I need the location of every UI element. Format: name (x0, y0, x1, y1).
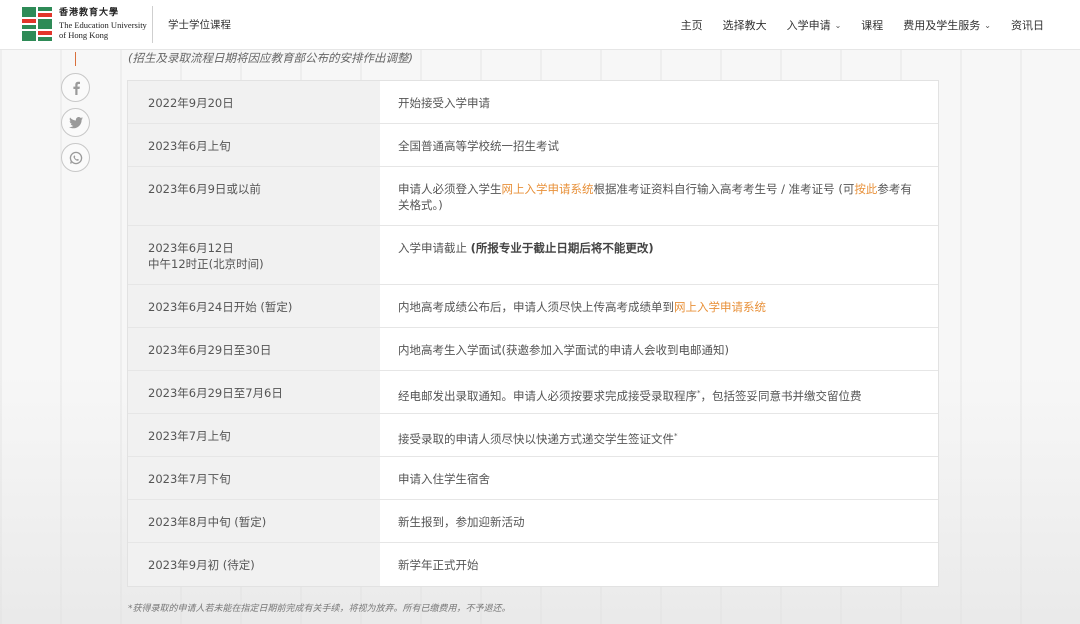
table-row: 2023年9月初 (待定) 新学年正式开始 (128, 543, 938, 586)
row-event: 新生报到，参加迎新活动 (380, 500, 938, 542)
row-date: 2023年6月29日至7月6日 (128, 371, 380, 413)
nav-item-why-eduhk[interactable]: 选择教大 (723, 17, 767, 33)
online-application-link[interactable]: 网上入学申请系统 (502, 182, 594, 196)
event-text: ，包括签妥同意书并缴交留位费 (700, 388, 862, 403)
footnote: *获得录取的申请人若未能在指定日期前完成有关手续，将视为放弃。所有已缴费用，不予… (128, 604, 511, 614)
accent-tick (75, 52, 76, 66)
chevron-down-icon: ⌄ (984, 20, 991, 30)
row-date: 2023年6月24日开始 (暂定) (128, 285, 380, 327)
main-nav: 主页 选择教大 入学申请 ⌄ 课程 费用及学生服务 ⌄ 资讯日 (661, 17, 1044, 33)
nav-item-admission[interactable]: 入学申请 ⌄ (787, 17, 842, 33)
event-bold-text: (所报专业于截止日期后将不能更改) (470, 241, 654, 255)
nav-item-programmes[interactable]: 课程 (861, 17, 883, 33)
row-event: 内地高考生入学面试(获邀参加入学面试的申请人会收到电邮通知) (380, 328, 938, 370)
event-text: 申请人必须登入学生 (398, 182, 502, 196)
table-row: 2022年9月20日 开始接受入学申请 (128, 81, 938, 124)
row-date: 2023年6月上旬 (128, 124, 380, 166)
row-date: 2023年8月中旬 (暂定) (128, 500, 380, 542)
table-row: 2023年6月24日开始 (暂定) 内地高考成绩公布后，申请人须尽快上传高考成绩… (128, 285, 938, 328)
university-logo[interactable] (22, 7, 54, 41)
logo-en-line2: of Hong Kong (59, 29, 109, 40)
schedule-note: (招生及录取流程日期将因应教育部公布的安排作出调整) (128, 51, 413, 65)
nav-item-info-day[interactable]: 资讯日 (1011, 17, 1044, 33)
row-event: 经电邮发出录取通知。申请人必须按要求完成接受录取程序*，包括签妥同意书并缴交留位… (380, 371, 938, 413)
table-row: 2023年6月29日至30日 内地高考生入学面试(获邀参加入学面试的申请人会收到… (128, 328, 938, 371)
facebook-icon[interactable] (61, 73, 90, 102)
table-row: 2023年6月上旬 全国普通高等学校统一招生考试 (128, 124, 938, 167)
nav-label: 费用及学生服务 (903, 19, 981, 32)
nav-label: 主页 (680, 19, 703, 32)
site-header: 香港教育大學 The Education University of Hong … (0, 0, 1080, 50)
row-date: 2023年6月9日或以前 (128, 167, 380, 225)
table-row: 2023年7月下旬 申请入住学生宿舍 (128, 457, 938, 500)
online-application-link[interactable]: 网上入学申请系统 (674, 300, 766, 314)
event-text: 内地高考成绩公布后，申请人须尽快上传高考成绩单到 (398, 300, 674, 314)
event-text: 根据准考证资料自行输入高考考生号 / 准考证号 (可 (593, 182, 855, 196)
logo-text: 香港教育大學 The Education University of Hong … (59, 9, 147, 39)
footnote-marker: * (674, 432, 678, 440)
row-date: 2023年7月下旬 (128, 457, 380, 499)
table-row: 2023年6月9日或以前 申请人必须登入学生网上入学申请系统根据准考证资料自行输… (128, 167, 938, 226)
logo-en-line1: The Education University (59, 20, 147, 30)
header-divider (152, 6, 153, 43)
nav-item-fees-services[interactable]: 费用及学生服务 ⌄ (903, 17, 991, 33)
event-text: 接受录取的申请人须尽快以快递方式递交学生签证文件 (398, 431, 674, 446)
table-row: 2023年6月29日至7月6日 经电邮发出录取通知。申请人必须按要求完成接受录取… (128, 371, 938, 414)
row-event: 申请入住学生宿舍 (380, 457, 938, 499)
table-row: 2023年7月上旬 接受录取的申请人须尽快以快递方式递交学生签证文件* (128, 414, 938, 457)
row-date: 2023年9月初 (待定) (128, 543, 380, 586)
table-row: 2023年6月12日中午12时正(北京时间) 入学申请截止 (所报专业于截止日期… (128, 226, 938, 285)
logo-cn: 香港教育大學 (59, 8, 120, 18)
header-subtitle[interactable]: 学士学位课程 (168, 17, 231, 32)
admission-timeline-table: 2022年9月20日 开始接受入学申请 2023年6月上旬 全国普通高等学校统一… (127, 80, 939, 587)
date-line: 中午12时正(北京时间) (148, 257, 264, 271)
row-event: 申请人必须登入学生网上入学申请系统根据准考证资料自行输入高考考生号 / 准考证号… (380, 167, 938, 225)
nav-label: 选择教大 (722, 19, 767, 32)
row-date: 2023年6月12日中午12时正(北京时间) (128, 226, 380, 284)
row-date: 2023年7月上旬 (128, 414, 380, 456)
row-event: 接受录取的申请人须尽快以快递方式递交学生签证文件* (380, 414, 938, 456)
whatsapp-icon[interactable] (61, 143, 90, 172)
row-event: 入学申请截止 (所报专业于截止日期后将不能更改) (380, 226, 938, 284)
nav-item-home[interactable]: 主页 (681, 17, 703, 33)
row-date: 2022年9月20日 (128, 81, 380, 123)
format-reference-link[interactable]: 按此 (854, 182, 877, 196)
event-text: 经电邮发出录取通知。申请人必须按要求完成接受录取程序 (398, 388, 697, 403)
chevron-down-icon: ⌄ (834, 20, 842, 30)
row-date: 2023年6月29日至30日 (128, 328, 380, 370)
row-event: 全国普通高等学校统一招生考试 (380, 124, 938, 166)
row-event: 内地高考成绩公布后，申请人须尽快上传高考成绩单到网上入学申请系统 (380, 285, 938, 327)
date-line: 2023年6月12日 (148, 241, 234, 255)
table-row: 2023年8月中旬 (暂定) 新生报到，参加迎新活动 (128, 500, 938, 543)
nav-label: 入学申请 (786, 19, 831, 32)
nav-label: 课程 (861, 19, 884, 32)
nav-label: 资讯日 (1011, 19, 1044, 32)
twitter-icon[interactable] (61, 108, 90, 137)
row-event: 开始接受入学申请 (380, 81, 938, 123)
event-text: 入学申请截止 (398, 241, 471, 255)
social-share (61, 73, 90, 178)
row-event: 新学年正式开始 (380, 543, 938, 586)
